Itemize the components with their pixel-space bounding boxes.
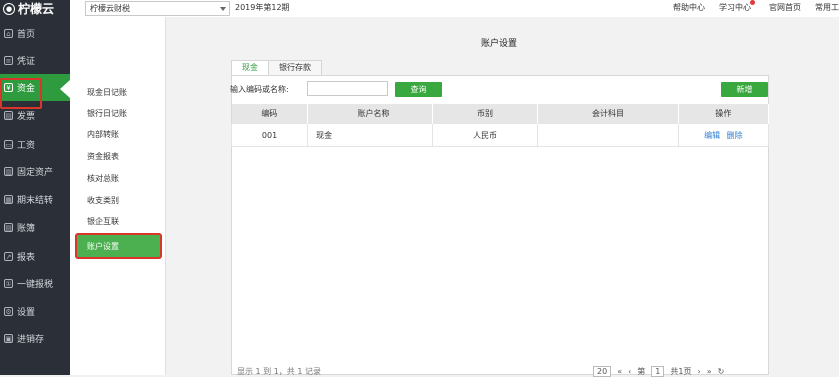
sidebar-item-label: 固定资产 bbox=[17, 168, 54, 178]
app-logo[interactable]: ● 柠檬云 bbox=[0, 0, 70, 17]
report-icon: ↗ bbox=[4, 252, 13, 261]
page-size-select[interactable]: 20 bbox=[593, 366, 612, 377]
page-number-input[interactable]: 1 bbox=[651, 366, 665, 377]
sidebar-item-label: 账簿 bbox=[17, 224, 36, 234]
query-button[interactable]: 查询 bbox=[395, 82, 442, 97]
ledger-icon: ▤ bbox=[4, 223, 13, 232]
tax-icon: ① bbox=[4, 279, 13, 288]
sidebar: ● 柠檬云 ⌂ 首页 ≡ 凭证 ¥ 资金 ▤ 发票 ▭ 工资 ▥ 固定资产 ▦ 期末结转 ▤ 账簿 ↗ 报表 ① 一键… bbox=[0, 0, 70, 375]
sidebar-item-label: 一键报税 bbox=[17, 280, 54, 290]
submenu-item[interactable]: 资金报表 bbox=[87, 151, 119, 162]
chevron-down-icon bbox=[220, 7, 226, 11]
header-actions: 操作 bbox=[678, 104, 770, 124]
sidebar-item-label: 发票 bbox=[17, 112, 36, 122]
submenu-item[interactable]: 内部转账 bbox=[87, 129, 119, 140]
top-bar: 柠檬云财税 2019年第12期 帮助中心 学习中心 官网首页 常用工 bbox=[70, 0, 839, 18]
accounts-table: 编码 账户名称 币别 会计科目 操作 001 现金 人民币 编辑 删除 bbox=[230, 104, 770, 147]
cell-code: 001 bbox=[230, 123, 309, 147]
page-title: 账户设置 bbox=[481, 39, 518, 49]
pagination: 20 « ‹ 第 1 共1页 › » ↻ bbox=[593, 366, 724, 377]
edit-link[interactable]: 编辑 bbox=[704, 131, 720, 140]
delete-link[interactable]: 删除 bbox=[727, 131, 743, 140]
sidebar-item-label: 进销存 bbox=[17, 335, 45, 345]
cell-subject bbox=[537, 123, 679, 147]
submenu-item[interactable]: 核对总账 bbox=[87, 173, 119, 184]
sidebar-item-tax[interactable]: ① 一键报税 bbox=[0, 270, 70, 297]
header-code[interactable]: 编码 bbox=[231, 104, 309, 124]
sidebar-item-period-end[interactable]: ▦ 期末结转 bbox=[0, 186, 70, 213]
total-pages: 共1页 bbox=[670, 367, 692, 376]
sidebar-item-label: 凭证 bbox=[17, 57, 36, 67]
table-row[interactable]: 001 现金 人民币 编辑 删除 bbox=[230, 123, 770, 147]
header-currency[interactable]: 币别 bbox=[432, 104, 539, 124]
sidebar-item-settings[interactable]: ⚙ 设置 bbox=[0, 298, 70, 325]
submenu-item[interactable]: 银企互联 bbox=[87, 216, 119, 227]
search-label: 输入编码或名称: bbox=[230, 85, 289, 94]
home-icon: ⌂ bbox=[4, 29, 13, 38]
top-links: 帮助中心 学习中心 官网首页 常用工 bbox=[673, 0, 839, 16]
submenu-pointer bbox=[60, 80, 70, 98]
sidebar-item-label: 首页 bbox=[17, 30, 36, 40]
salary-icon: ▭ bbox=[4, 140, 13, 149]
account-tabs: 现金 银行存款 bbox=[231, 60, 322, 75]
sidebar-item-label: 期末结转 bbox=[17, 196, 54, 206]
official-site-link[interactable]: 官网首页 bbox=[769, 0, 801, 16]
submenu-item[interactable]: 现金日记账 bbox=[87, 87, 127, 98]
tab-cash[interactable]: 现金 bbox=[231, 60, 269, 75]
tab-bank-deposit[interactable]: 银行存款 bbox=[268, 60, 322, 75]
company-select[interactable]: 柠檬云财税 bbox=[85, 1, 230, 16]
sidebar-item-inventory[interactable]: ▣ 进销存 bbox=[0, 325, 70, 352]
period-end-icon: ▦ bbox=[4, 195, 13, 204]
accounting-period: 2019年第12期 bbox=[235, 3, 290, 12]
search-input[interactable] bbox=[307, 81, 388, 96]
add-button[interactable]: 新增 bbox=[721, 82, 768, 97]
sidebar-item-label: 设置 bbox=[17, 308, 36, 318]
submenu-item-account-settings[interactable]: 账户设置 bbox=[75, 233, 162, 259]
header-subject[interactable]: 会计科目 bbox=[537, 104, 679, 124]
sidebar-item-salary[interactable]: ▭ 工资 bbox=[0, 131, 70, 158]
help-center-link[interactable]: 帮助中心 bbox=[673, 0, 705, 16]
notification-dot bbox=[750, 0, 755, 5]
sidebar-item-label: 工资 bbox=[17, 141, 36, 151]
table-header-row: 编码 账户名称 币别 会计科目 操作 bbox=[231, 104, 770, 124]
learning-center-link[interactable]: 学习中心 bbox=[719, 0, 755, 16]
common-tools-link[interactable]: 常用工 bbox=[815, 0, 839, 16]
sidebar-item-voucher[interactable]: ≡ 凭证 bbox=[0, 47, 70, 74]
inventory-icon: ▣ bbox=[4, 334, 13, 343]
company-name: 柠檬云财税 bbox=[90, 4, 130, 13]
funds-highlight-box bbox=[0, 78, 42, 109]
cell-currency: 人民币 bbox=[431, 123, 539, 147]
sidebar-item-label: 报表 bbox=[17, 253, 36, 263]
cell-name: 现金 bbox=[307, 123, 433, 147]
settings-icon: ⚙ bbox=[4, 307, 13, 316]
submenu-active-label: 账户设置 bbox=[87, 241, 119, 251]
lemon-logo-icon: ● bbox=[3, 2, 15, 15]
record-count: 显示 1 到 1，共 1 记录 bbox=[237, 367, 321, 376]
learning-center-label: 学习中心 bbox=[719, 3, 751, 12]
sidebar-item-assets[interactable]: ▥ 固定资产 bbox=[0, 158, 70, 185]
sidebar-item-report[interactable]: ↗ 报表 bbox=[0, 243, 70, 270]
assets-icon: ▥ bbox=[4, 167, 13, 176]
submenu-item[interactable]: 银行日记账 bbox=[87, 108, 127, 119]
invoice-icon: ▤ bbox=[4, 111, 13, 120]
submenu-item[interactable]: 收支类别 bbox=[87, 195, 119, 206]
header-name[interactable]: 账户名称 bbox=[307, 104, 433, 124]
page-label: 第 bbox=[637, 367, 646, 376]
cell-actions: 编辑 删除 bbox=[677, 123, 770, 147]
voucher-icon: ≡ bbox=[4, 56, 13, 65]
sidebar-item-home[interactable]: ⌂ 首页 bbox=[0, 20, 70, 47]
sidebar-item-ledger[interactable]: ▤ 账簿 bbox=[0, 214, 70, 241]
logo-text: 柠檬云 bbox=[18, 2, 55, 16]
